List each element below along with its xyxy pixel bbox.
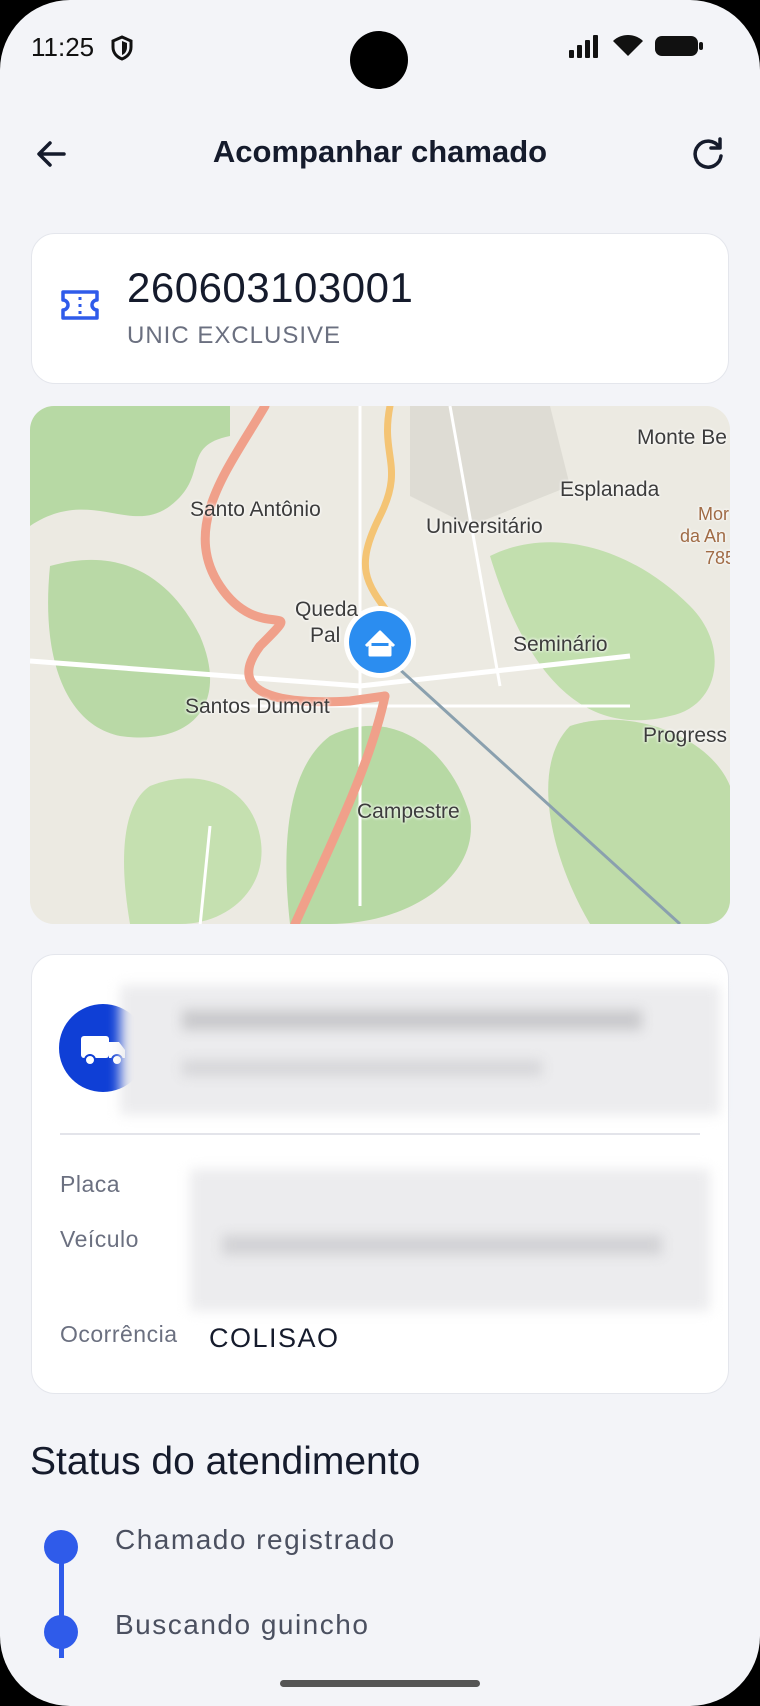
placa-label: Placa	[60, 1171, 121, 1197]
map-label: 785	[705, 548, 730, 568]
map-label: Monte Be	[637, 426, 727, 449]
status-time: 11:25	[31, 32, 95, 62]
ocorrencia-value: COLISAO	[209, 1323, 340, 1353]
ticket-icon	[60, 288, 100, 327]
system-icons	[568, 34, 704, 58]
map-label: Campestre	[357, 800, 460, 823]
map-label: Seminário	[513, 633, 608, 656]
ticket-plan: UNIC EXCLUSIVE	[127, 322, 342, 349]
veiculo-label: Veículo	[60, 1226, 139, 1252]
map-label: Santos Dumont	[185, 695, 330, 718]
signal-icon	[569, 35, 598, 58]
map-label: Progress	[643, 724, 728, 747]
map-label: Universitário	[426, 515, 543, 538]
map-view[interactable]: Santo Antônio Universitário Esplanada Mo…	[30, 406, 730, 924]
redacted-driver-info	[120, 985, 720, 1115]
page-title: Acompanhar chamado	[212, 134, 548, 169]
map-label: Queda	[295, 598, 359, 621]
status-section-title: Status do atendimento	[30, 1440, 421, 1483]
redacted-driver-detail	[182, 1060, 542, 1076]
vehicle-card: Placa Veículo Ocorrência COLISAO	[31, 954, 729, 1394]
phone-screen: 11:25 Acompanhar chamado 260603103001 UN…	[0, 0, 760, 1706]
refresh-icon[interactable]	[686, 132, 730, 176]
timeline-step: Buscando guincho	[115, 1609, 370, 1640]
map-label: Mor	[698, 504, 729, 524]
timeline-step: Chamado registrado	[115, 1524, 396, 1555]
wifi-icon	[613, 35, 643, 56]
top-app-bar: Acompanhar chamado	[0, 120, 760, 184]
map-label: da An	[680, 526, 727, 546]
ocorrencia-label: Ocorrência	[60, 1321, 178, 1347]
battery-icon	[655, 36, 703, 56]
map-label: Santo Antônio	[190, 498, 321, 521]
timeline-dot	[44, 1530, 78, 1564]
home-indicator[interactable]	[280, 1680, 480, 1687]
front-camera	[350, 31, 408, 89]
map-label: Esplanada	[560, 478, 660, 501]
redacted-vehicle-text	[222, 1235, 662, 1255]
shield-icon	[111, 35, 133, 66]
status-bar: 11:25	[0, 0, 760, 100]
timeline-dot	[44, 1615, 78, 1649]
divider	[60, 1133, 700, 1135]
ticket-card: 260603103001 UNIC EXCLUSIVE	[31, 233, 729, 384]
ticket-number: 260603103001	[127, 264, 414, 311]
redacted-driver-name	[182, 1010, 642, 1030]
map-label: Pal	[310, 624, 341, 647]
